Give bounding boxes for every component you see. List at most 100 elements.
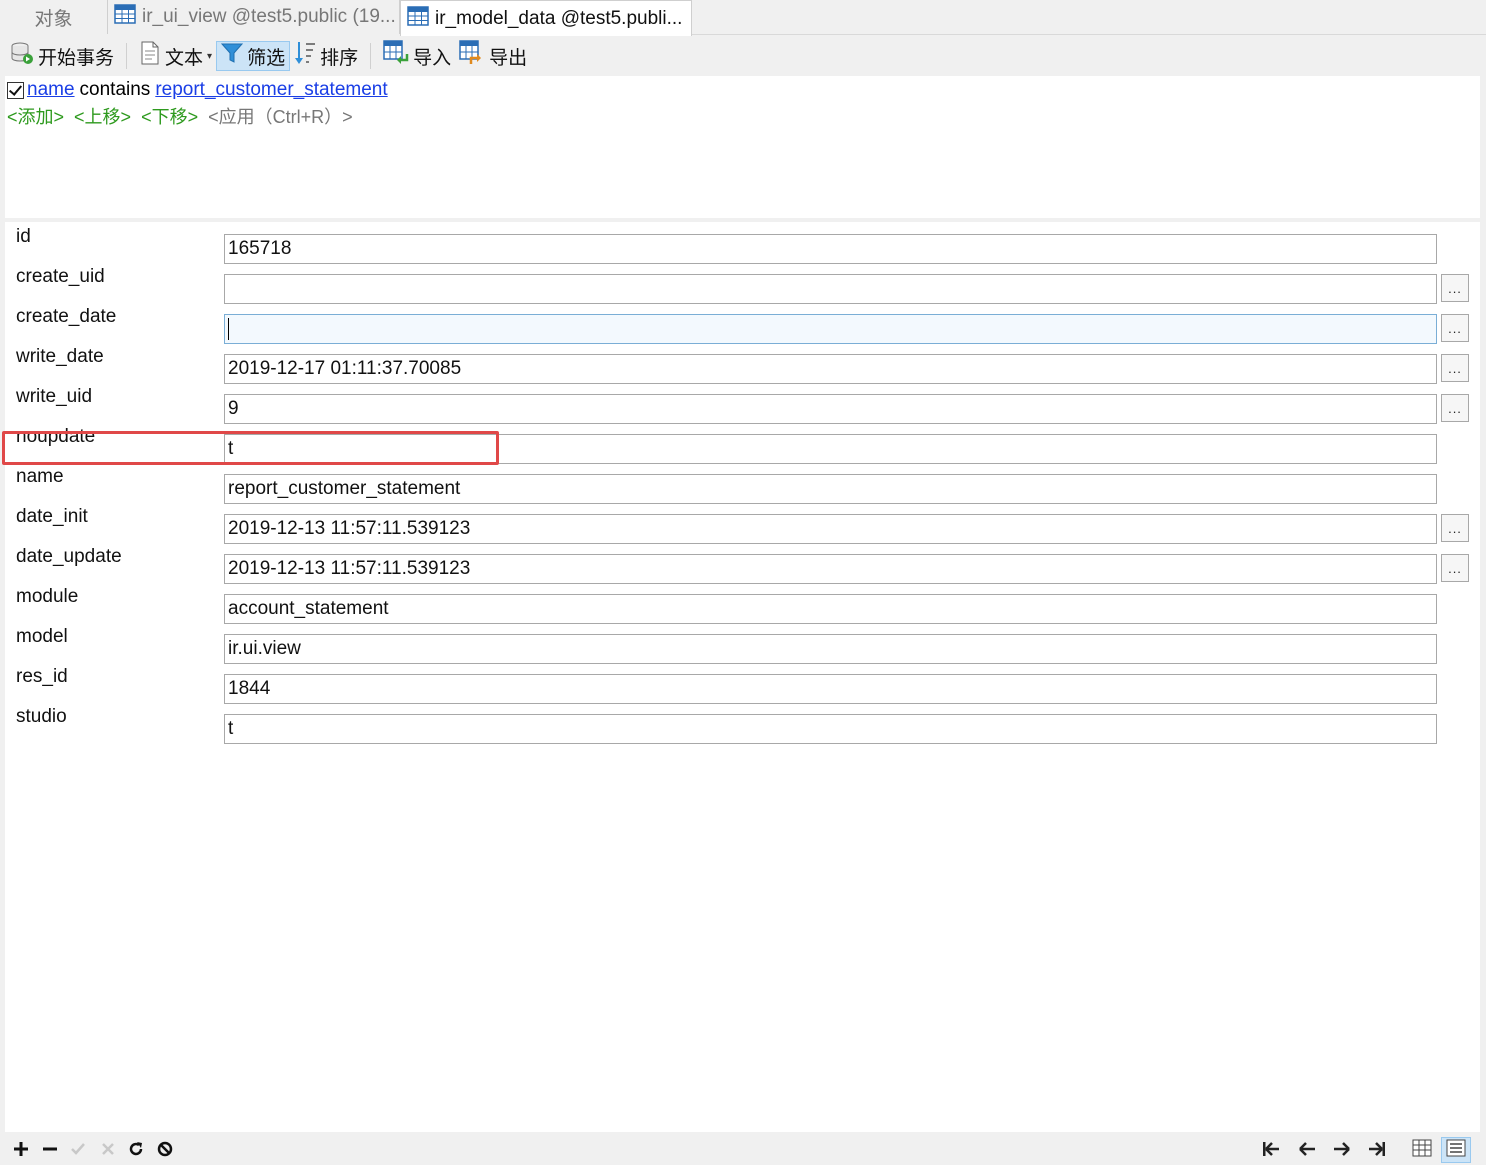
field-label: write_date (16, 346, 104, 367)
database-transaction-icon (10, 41, 38, 71)
import-button[interactable]: 导入 (379, 40, 455, 72)
ellipsis-button[interactable]: ... (1441, 314, 1469, 342)
field-row-name: name report_customer_statement (5, 462, 1480, 504)
field-label: model (16, 626, 68, 647)
previous-record-icon[interactable] (1298, 1141, 1316, 1162)
ellipsis-button[interactable]: ... (1441, 554, 1469, 582)
tab-label: ir_model_data @test5.publi... (435, 7, 683, 29)
tab-ir-ui-view[interactable]: ir_ui_view @test5.public (19... (108, 0, 400, 34)
field-input-id[interactable]: 165718 (224, 234, 1437, 264)
field-input-name[interactable]: report_customer_statement (224, 474, 1437, 504)
field-label: studio (16, 706, 67, 727)
field-row-create-uid: create_uid ... (5, 262, 1480, 304)
filter-value-link[interactable]: report_customer_statement (155, 79, 387, 101)
field-row-id: id 165718 (5, 222, 1480, 264)
record-navigation-bar (0, 1134, 1486, 1165)
record-form: id 165718 create_uid ... create_date ...… (5, 222, 1480, 1132)
import-label: 导入 (413, 47, 452, 69)
first-record-icon[interactable] (1262, 1141, 1280, 1162)
cross-icon[interactable] (100, 1141, 116, 1162)
text-document-icon (139, 41, 165, 71)
annotation-highlight-box (2, 431, 499, 465)
field-input-write-uid[interactable]: 9 (224, 394, 1437, 424)
field-row-module: module account_statement (5, 582, 1480, 624)
field-row-res-id: res_id 1844 (5, 662, 1480, 704)
ellipsis-button[interactable]: ... (1441, 514, 1469, 542)
tab-ir-model-data[interactable]: ir_model_data @test5.publi... (400, 0, 692, 36)
field-label: name (16, 466, 64, 487)
sort-icon (294, 40, 320, 72)
field-input-date-init[interactable]: 2019-12-13 11:57:11.539123 (224, 514, 1437, 544)
field-row-create-date: create_date ... (5, 302, 1480, 344)
tab-objects[interactable]: 对象 (0, 0, 108, 34)
sort-label: 排序 (320, 47, 359, 69)
grid-view-icon (1412, 1139, 1432, 1162)
field-label: module (16, 586, 79, 607)
field-input-create-uid[interactable] (224, 274, 1437, 304)
check-icon[interactable] (70, 1141, 86, 1162)
plus-icon[interactable] (13, 1141, 29, 1162)
field-input-res-id[interactable]: 1844 (224, 674, 1437, 704)
filter-add-link[interactable]: <添加> (7, 103, 64, 129)
filter-move-down-link[interactable]: <下移> (141, 103, 198, 129)
tab-bar: 对象 ir_ui_view @test5.public (19... ir_mo… (0, 0, 1486, 36)
toolbar-separator (370, 43, 372, 69)
filter-operator[interactable]: contains (80, 79, 151, 101)
next-record-icon[interactable] (1333, 1141, 1351, 1162)
filter-label: 筛选 (247, 47, 286, 69)
grid-view-toggle[interactable] (1407, 1137, 1437, 1163)
field-input-write-date[interactable]: 2019-12-17 01:11:37.70085 (224, 354, 1437, 384)
field-input-model[interactable]: ir.ui.view (224, 634, 1437, 664)
text-cursor (228, 318, 229, 340)
filter-field-link[interactable]: name (27, 79, 75, 101)
minus-icon[interactable] (42, 1141, 58, 1162)
begin-transaction-label: 开始事务 (38, 47, 115, 69)
ellipsis-button[interactable]: ... (1441, 274, 1469, 302)
field-label: write_uid (16, 386, 93, 407)
filter-enabled-checkbox[interactable] (7, 81, 24, 99)
ellipsis-button[interactable]: ... (1441, 394, 1469, 422)
form-view-icon (1446, 1139, 1466, 1162)
stop-icon[interactable] (157, 1141, 173, 1162)
begin-transaction-button[interactable]: 开始事务 (6, 41, 118, 71)
field-row-studio: studio t (5, 702, 1480, 744)
field-label: date_init (16, 506, 88, 527)
export-icon (459, 40, 489, 72)
field-input-create-date[interactable] (224, 314, 1437, 344)
form-view-toggle[interactable] (1441, 1137, 1471, 1163)
field-row-write-uid: write_uid 9 ... (5, 382, 1480, 424)
toolbar: 开始事务 文本 ▾ 筛选 排序 导入 导出 (0, 36, 1486, 76)
field-label: res_id (16, 666, 68, 687)
field-row-write-date: write_date 2019-12-17 01:11:37.70085 ... (5, 342, 1480, 384)
table-icon (407, 5, 429, 32)
filter-panel: name contains report_customer_statement … (5, 76, 1480, 218)
ellipsis-button[interactable]: ... (1441, 354, 1469, 382)
field-label: create_date (16, 306, 117, 327)
field-label: create_uid (16, 266, 105, 287)
field-input-date-update[interactable]: 2019-12-13 11:57:11.539123 (224, 554, 1437, 584)
filter-condition: name contains report_customer_statement (7, 78, 388, 102)
tab-label: ir_ui_view @test5.public (19... (142, 6, 396, 27)
field-row-date-init: date_init 2019-12-13 11:57:11.539123 ... (5, 502, 1480, 544)
field-input-module[interactable]: account_statement (224, 594, 1437, 624)
tab-bar-divider (692, 34, 1486, 35)
text-label: 文本 (165, 47, 204, 69)
filter-apply-link[interactable]: <应用（Ctrl+R）> (208, 103, 353, 129)
tab-label: 对象 (34, 8, 73, 30)
field-label: id (16, 226, 31, 247)
toolbar-separator (126, 43, 128, 69)
filter-funnel-icon (220, 41, 247, 71)
field-label: date_update (16, 546, 122, 567)
filter-button[interactable]: 筛选 (216, 41, 291, 71)
field-row-model: model ir.ui.view (5, 622, 1480, 664)
export-label: 导出 (489, 47, 528, 69)
field-input-studio[interactable]: t (224, 714, 1437, 744)
sort-button[interactable]: 排序 (290, 41, 362, 71)
last-record-icon[interactable] (1368, 1141, 1386, 1162)
refresh-icon[interactable] (128, 1141, 144, 1162)
text-menu-button[interactable]: 文本 ▾ (135, 41, 216, 71)
filter-move-up-link[interactable]: <上移> (74, 103, 131, 129)
field-row-date-update: date_update 2019-12-13 11:57:11.539123 .… (5, 542, 1480, 584)
export-button[interactable]: 导出 (455, 40, 531, 72)
import-icon (383, 40, 413, 72)
